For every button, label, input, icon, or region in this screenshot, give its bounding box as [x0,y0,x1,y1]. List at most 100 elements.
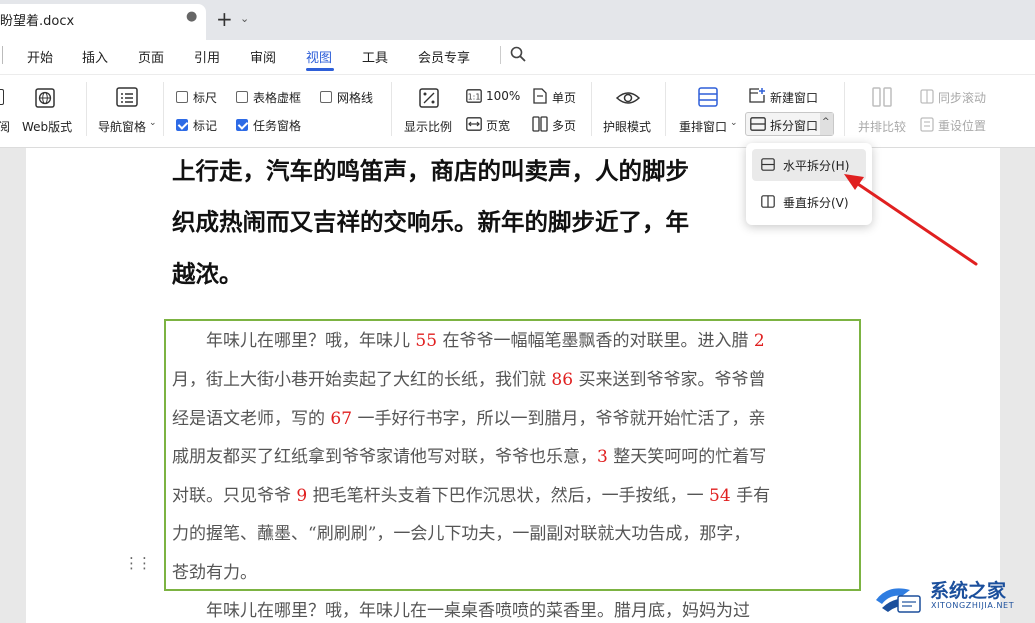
table-gridlines-label[interactable]: 表格虚框 [253,89,301,106]
new-window-icon[interactable] [749,88,765,103]
zoom-100-label[interactable]: 100% [486,89,520,103]
paragraph-text: 整天笑呵呵的忙着写 [607,447,767,467]
rearrange-window-icon[interactable] [698,87,718,107]
task-pane-label[interactable]: 任务窗格 [253,117,301,134]
marks-label[interactable]: 标记 [193,117,217,134]
multi-page-icon[interactable] [532,116,548,132]
ruler-checkbox[interactable] [176,91,188,103]
paragraph-line: 对联。只见爷爷 9 把毛笔杆头支着下巴作沉思状，然后，一手按纸，一 54 手有 [172,481,770,506]
heading-line: 越浓。 [172,260,243,288]
gridlines-checkbox[interactable] [320,91,332,103]
rearrange-chevron-icon[interactable]: ⌄ [730,118,738,128]
nav-pane-chevron-icon[interactable]: ⌄ [149,118,157,128]
multi-page-label[interactable]: 多页 [552,117,576,134]
paragraph-text: 在爷爷一幅幅笔墨飘香的对联里。进入腊 [437,331,754,351]
eye-icon[interactable] [616,89,640,107]
marks-checkbox[interactable] [176,119,188,131]
nav-pane-icon[interactable] [116,87,138,107]
ribbon-divider [665,82,666,136]
split-window-icon[interactable] [750,117,766,131]
menu-page[interactable]: 页面 [138,47,164,66]
active-menu-indicator [306,68,334,71]
split-window-label[interactable]: 拆分窗口 [770,117,818,134]
red-number: 55 [415,331,438,351]
menu-divider [500,46,501,64]
menu-member[interactable]: 会员专享 [418,47,470,66]
ribbon-divider [86,82,87,136]
menu-tools[interactable]: 工具 [362,47,388,66]
page-width-label[interactable]: 页宽 [486,117,510,134]
horizontal-split-icon [761,158,775,171]
single-page-label[interactable]: 单页 [552,89,576,106]
table-gridlines-checkbox[interactable] [236,91,248,103]
ribbon-divider [391,82,392,136]
paragraph-line: 力的握笔、蘸墨、“刷刷刷”，一会儿下功夫，一副副对联就大功告成，那字， [172,519,750,544]
svg-text:1:1: 1:1 [468,93,481,102]
read-layout-label[interactable]: 阅 [0,118,10,135]
drag-handle-icon[interactable]: ⋮⋮ [124,556,152,571]
new-tab-button[interactable]: + [216,8,233,30]
ruler-label[interactable]: 标尺 [193,89,217,106]
paragraph-text: 月，街上大街小巷开始卖起了大红的长纸，我们就 [172,370,552,390]
search-icon[interactable] [510,46,526,62]
paragraph-text: 戚朋友都买了红纸拿到爷爷家请他写对联，爷爷也乐意， [172,447,597,467]
watermark-title: 系统之家 [930,580,1007,602]
ribbon-toolbar [0,75,1035,148]
paragraph-text: 把毛笔杆头支着下巴作沉思状，然后，一手按纸，一 [307,486,710,506]
task-pane-checkbox[interactable] [236,119,248,131]
vertical-split-icon [761,195,775,208]
side-by-side-label[interactable]: 并排比较 [858,118,906,135]
ribbon-divider [844,82,845,136]
single-page-icon[interactable] [533,88,547,104]
paragraph-line: 年味儿在哪里？哦，年味儿 55 在爷爷一幅幅笔墨飘香的对联里。进入腊 2 [172,326,765,351]
paragraph-text: 苍劲有力。 [172,563,257,583]
new-window-label[interactable]: 新建窗口 [770,89,818,106]
heading-line: 织成热闹而又吉祥的交响乐。新年的脚步近了，年 [172,208,689,236]
paragraph-text: 对联。只见爷爷 [172,486,297,506]
web-layout-label[interactable]: Web版式 [22,118,72,135]
side-by-side-icon[interactable] [872,87,892,107]
tab-menu-chevron-icon[interactable]: ⌄ [240,12,249,25]
reset-position-label[interactable]: 重设位置 [938,117,986,134]
menu-review[interactable]: 审阅 [250,47,276,66]
red-number: 3 [597,447,608,467]
menu-view[interactable]: 视图 [306,47,332,66]
gridlines-label[interactable]: 网格线 [337,89,373,106]
nav-pane-label[interactable]: 导航窗格 [98,118,146,135]
annotation-arrow [844,174,978,266]
sync-scroll-label[interactable]: 同步滚动 [938,89,986,106]
ribbon-divider [591,82,592,136]
sync-scroll-icon[interactable] [920,89,934,104]
document-tab-title: 盼望着.docx [0,14,75,29]
menu-insert[interactable]: 插入 [82,47,108,66]
ribbon-divider [163,82,164,136]
red-number: 9 [296,486,308,506]
read-layout-icon[interactable] [0,89,4,105]
eye-mode-label[interactable]: 护眼模式 [603,118,651,135]
web-layout-icon[interactable] [35,88,55,108]
zoom-ratio-icon[interactable] [419,88,439,108]
paragraph-line: 苍劲有力。 [172,558,257,583]
paragraph-text: 年味儿在哪里？哦，年味儿 [172,331,416,351]
red-number: 54 [709,486,731,506]
zoom-ratio-label[interactable]: 显示比例 [404,118,452,135]
paragraph-text: 买来送到爷爷家。爷爷曾 [573,370,766,390]
paragraph-line: 戚朋友都买了红纸拿到爷爷家请他写对联，爷爷也乐意，3 整天笑呵呵的忙着写 [172,442,766,467]
red-number: 2 [753,331,765,351]
menu-left-divider [2,46,3,64]
next-paragraph-line: 年味儿在哪里？哦，年味儿在一桌桌香喷喷的菜香里。腊月底，妈妈为过 [172,601,750,621]
zoom-100-icon[interactable]: 1:1 [466,89,482,103]
rearrange-window-label[interactable]: 重排窗口 [679,118,727,135]
split-window-chevron-up-icon[interactable]: ^ [822,117,830,127]
unsaved-dot-icon[interactable]: ● [186,9,197,24]
paragraph-line: 月，街上大街小巷开始卖起了大红的长纸，我们就 86 买来送到爷爷家。爷爷曾 [172,365,765,390]
menu-reference[interactable]: 引用 [194,47,220,66]
red-number: 86 [551,370,574,390]
watermark-url: XITONGZHIJIA.NET [931,601,1015,610]
reset-position-icon[interactable] [920,117,934,132]
menu-start[interactable]: 开始 [27,47,53,66]
paragraph-text: 手有 [730,486,771,506]
page-width-icon[interactable] [466,117,482,131]
heading-line: 上行走，汽车的鸣笛声，商店的叫卖声，人的脚步 [172,157,689,185]
paragraph-text: 一手好行书字，所以一到腊月，爷爷就开始忙活了，亲 [352,409,766,429]
